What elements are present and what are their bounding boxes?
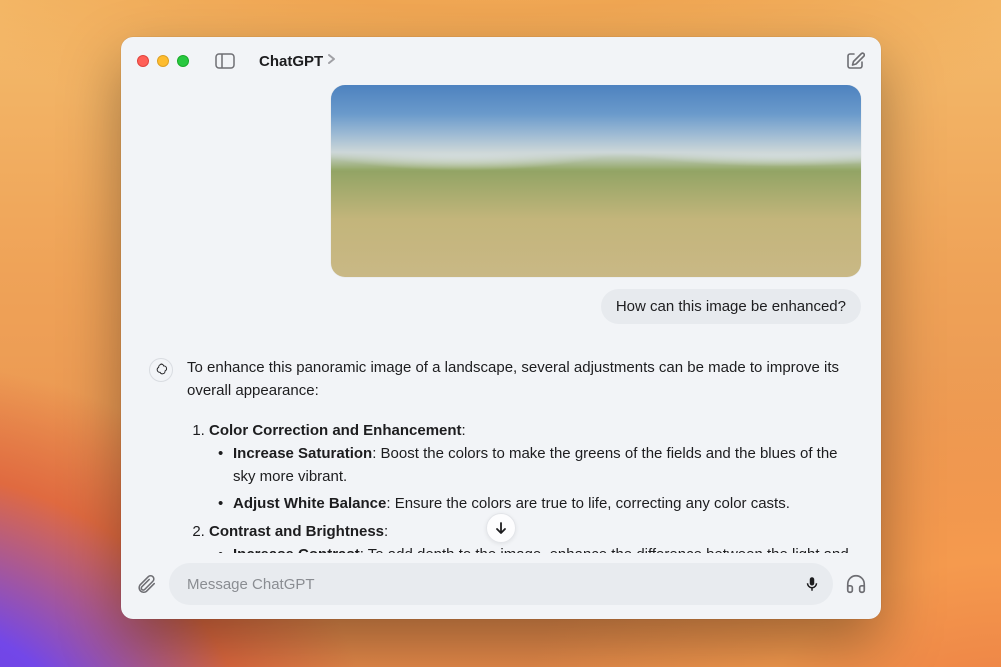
list-item: Contrast and Brightness: Increase Contra… (209, 520, 861, 554)
assistant-avatar-icon (149, 358, 173, 382)
sidebar-toggle-button[interactable] (215, 53, 235, 69)
list-item: Color Correction and Enhancement: Increa… (209, 419, 861, 516)
chevron-right-icon (327, 52, 336, 70)
message-input[interactable] (187, 576, 793, 593)
list-item: Increase Contrast: To add depth to the i… (233, 543, 861, 553)
assistant-body: To enhance this panoramic image of a lan… (187, 356, 861, 553)
close-window-button[interactable] (137, 55, 149, 67)
app-window: ChatGPT How can this image be enhanced? (121, 37, 881, 619)
zoom-window-button[interactable] (177, 55, 189, 67)
user-attached-image[interactable] (331, 85, 861, 277)
minimize-window-button[interactable] (157, 55, 169, 67)
list-item: Increase Saturation: Boost the colors to… (233, 442, 861, 489)
assistant-list: Color Correction and Enhancement: Increa… (187, 419, 861, 554)
window-controls (137, 55, 189, 67)
chat-area: How can this image be enhanced? To enhan… (121, 85, 881, 553)
title-dropdown[interactable]: ChatGPT (259, 52, 336, 70)
list-item: Adjust White Balance: Ensure the colors … (233, 492, 861, 515)
composer (121, 553, 881, 619)
mic-button[interactable] (803, 575, 821, 593)
titlebar: ChatGPT (121, 37, 881, 85)
compose-button[interactable] (845, 51, 865, 71)
message-input-container (169, 563, 833, 605)
headphones-button[interactable] (845, 573, 867, 595)
scroll-to-bottom-button[interactable] (486, 513, 516, 543)
user-text-bubble: How can this image be enhanced? (601, 289, 861, 324)
assistant-intro: To enhance this panoramic image of a lan… (187, 356, 861, 403)
user-message: How can this image be enhanced? (133, 85, 869, 336)
app-title: ChatGPT (259, 53, 323, 70)
attach-button[interactable] (135, 573, 157, 595)
